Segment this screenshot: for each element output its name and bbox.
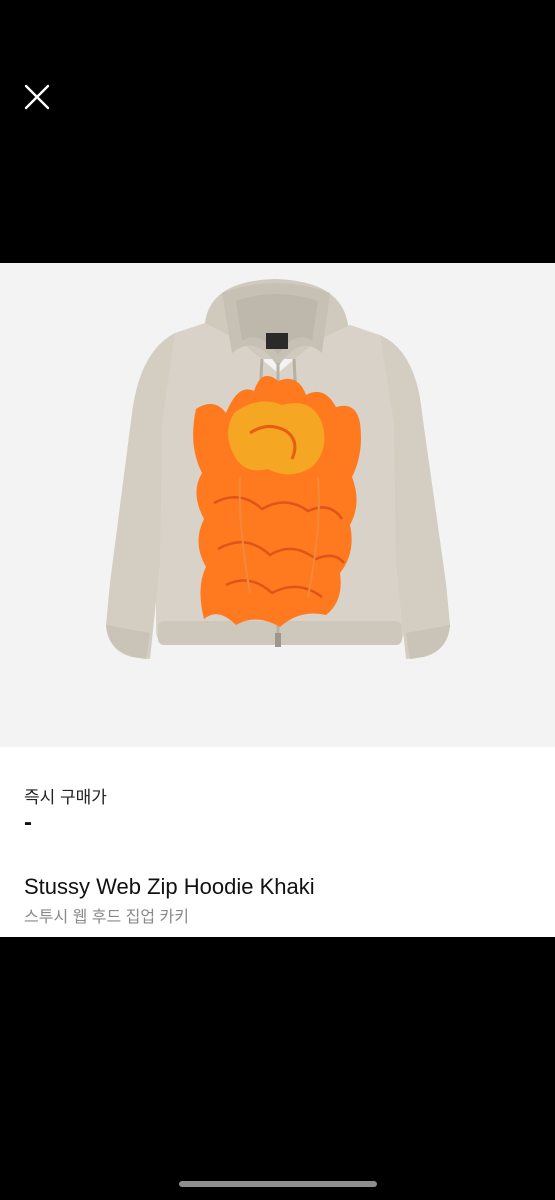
product-viewer-screen: 즉시 구매가 - Stussy Web Zip Hoodie Khaki 스투시… xyxy=(0,0,555,1200)
instant-buy-price-value: - xyxy=(24,809,32,836)
product-name-korean: 스투시 웹 후드 집업 카키 xyxy=(24,909,189,926)
home-indicator[interactable] xyxy=(179,1181,377,1187)
close-button[interactable] xyxy=(18,78,56,116)
product-name: Stussy Web Zip Hoodie Khaki xyxy=(24,874,315,899)
close-icon xyxy=(24,84,50,110)
product-image[interactable] xyxy=(0,263,555,747)
product-info-panel: 즉시 구매가 - Stussy Web Zip Hoodie Khaki 스투시… xyxy=(0,747,555,937)
hoodie-image xyxy=(106,279,450,659)
instant-buy-price-label: 즉시 구매가 xyxy=(24,788,107,807)
